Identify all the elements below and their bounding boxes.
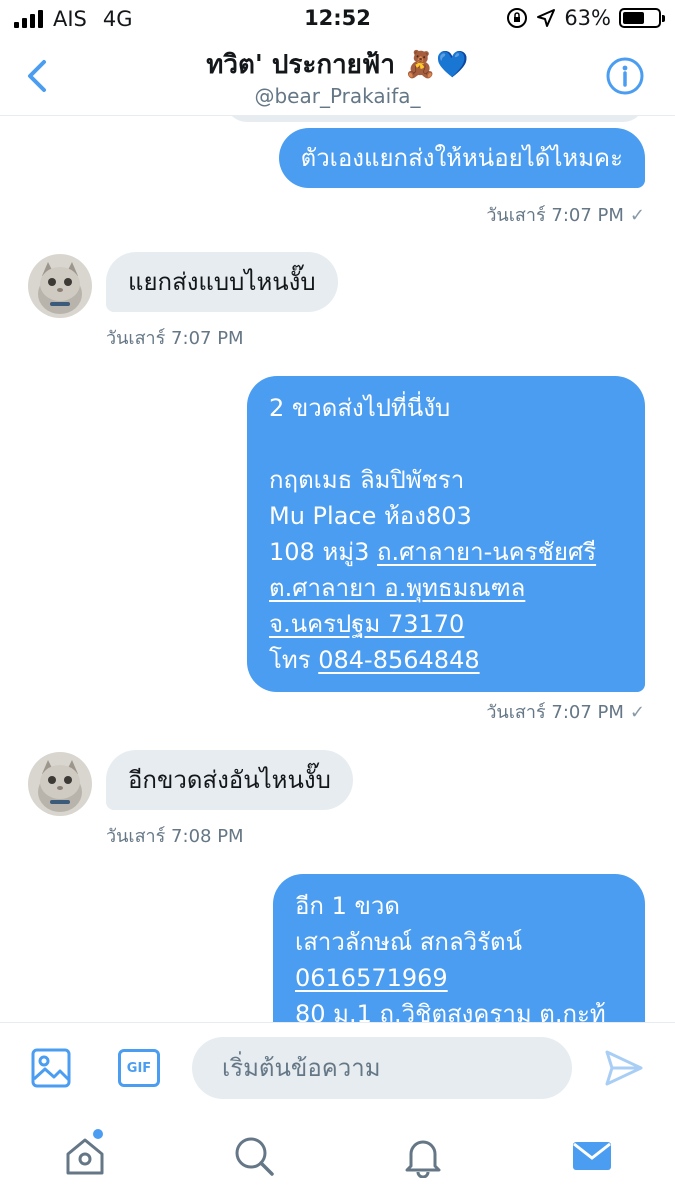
- message-text: แยกส่งแบบไหนงั๊บ: [128, 268, 316, 296]
- bell-icon[interactable]: [401, 1134, 445, 1178]
- gif-button[interactable]: GIF: [118, 1049, 160, 1087]
- avatar[interactable]: [28, 254, 92, 318]
- message-line: 108 หมู่3 ถ.ศาลายา-นครชัยศรี: [269, 534, 623, 570]
- status-bar: AIS 4G 12:52 63%: [0, 0, 675, 38]
- timestamp-text: วันเสาร์ 7:07 PM: [486, 702, 624, 723]
- message-composer: GIF: [0, 1022, 675, 1112]
- message-timestamp: วันเสาร์ 7:07 PM ✓: [486, 200, 645, 229]
- cat-avatar-image: [28, 254, 92, 318]
- message-text: ตัวเองแยกส่งให้หน่อยได้ไหมคะ: [300, 144, 623, 172]
- message-line: 2 ขวดส่งไปที่นี่งับ: [269, 394, 451, 422]
- conversation-handle: @bear_Prakaifa_: [254, 84, 421, 108]
- message-timestamp: วันเสาร์ 7:07 PM: [106, 328, 244, 349]
- message-text: โทร: [269, 646, 311, 674]
- message-text: 108 หมู่3: [269, 538, 370, 566]
- orientation-lock-icon: [507, 8, 528, 28]
- notification-dot: [93, 1129, 103, 1139]
- message-input[interactable]: [192, 1037, 572, 1099]
- status-right: 63%: [506, 6, 665, 30]
- conversation-header: ทวิต' ประกายฟ้า 🧸💙 @bear_Prakaifa_: [0, 38, 675, 116]
- address-link[interactable]: ถ.ศาลายา-นครชัยศรี: [377, 538, 596, 566]
- location-arrow-icon: [537, 9, 556, 27]
- avatar[interactable]: [28, 752, 92, 816]
- message-line: Mu Place ห้อง803: [269, 502, 472, 530]
- cat-avatar-image: [28, 752, 92, 816]
- home-icon[interactable]: [63, 1134, 107, 1178]
- info-icon[interactable]: [605, 56, 645, 96]
- mail-icon[interactable]: [570, 1134, 614, 1178]
- outgoing-message[interactable]: ตัวเองแยกส่งให้หน่อยได้ไหมคะ: [278, 128, 645, 188]
- message-line: เสาวลักษณ์ สกลวิรัตน์: [295, 928, 523, 956]
- conversation-title: ทวิต' ประกายฟ้า 🧸💙: [206, 50, 469, 80]
- message-text: อีกขวดส่งอันไหนงั๊บ: [128, 766, 331, 794]
- battery-percent: 63%: [564, 6, 611, 30]
- address-link[interactable]: 80 ม.1 ถ.วิชิตสงคราม ต.กะทู้: [295, 996, 623, 1022]
- message-line: กฤตเมธ ลิมปิพัชรา: [269, 466, 465, 494]
- previous-message-bubble: [225, 116, 645, 122]
- phone-link[interactable]: 0616571969: [295, 960, 623, 996]
- message-line: [269, 426, 623, 462]
- sent-check-icon: ✓: [629, 205, 645, 226]
- send-icon[interactable]: [603, 1047, 645, 1089]
- address-link[interactable]: ต.ศาลายา อ.พุทธมณฑล: [269, 570, 623, 606]
- message-timestamp: วันเสาร์ 7:08 PM: [106, 826, 244, 847]
- address-link[interactable]: จ.นครปฐม 73170: [269, 606, 623, 642]
- timestamp-text: วันเสาร์ 7:07 PM: [486, 205, 624, 226]
- message-timestamp: วันเสาร์ 7:07 PM ✓: [486, 697, 645, 726]
- battery-fill: [623, 12, 645, 24]
- tab-bar: [0, 1112, 675, 1200]
- message-line: อีก 1 ขวด: [295, 892, 400, 920]
- image-icon[interactable]: [30, 1047, 72, 1089]
- incoming-message[interactable]: อีกขวดส่งอันไหนงั๊บ: [106, 750, 353, 810]
- message-line: โทร 084-8564848: [269, 642, 623, 678]
- search-icon[interactable]: [232, 1134, 276, 1178]
- sent-check-icon: ✓: [629, 702, 645, 723]
- battery-icon: [619, 8, 665, 28]
- incoming-message[interactable]: แยกส่งแบบไหนงั๊บ: [106, 252, 338, 312]
- phone-link[interactable]: 084-8564848: [318, 646, 479, 674]
- message-list[interactable]: ตัวเองแยกส่งให้หน่อยได้ไหมคะ วันเสาร์ 7:…: [0, 116, 675, 1022]
- outgoing-message[interactable]: 2 ขวดส่งไปที่นี่งับ กฤตเมธ ลิมปิพัชรา Mu…: [247, 376, 645, 692]
- outgoing-message[interactable]: อีก 1 ขวด เสาวลักษณ์ สกลวิรัตน์ 06165719…: [273, 874, 645, 1022]
